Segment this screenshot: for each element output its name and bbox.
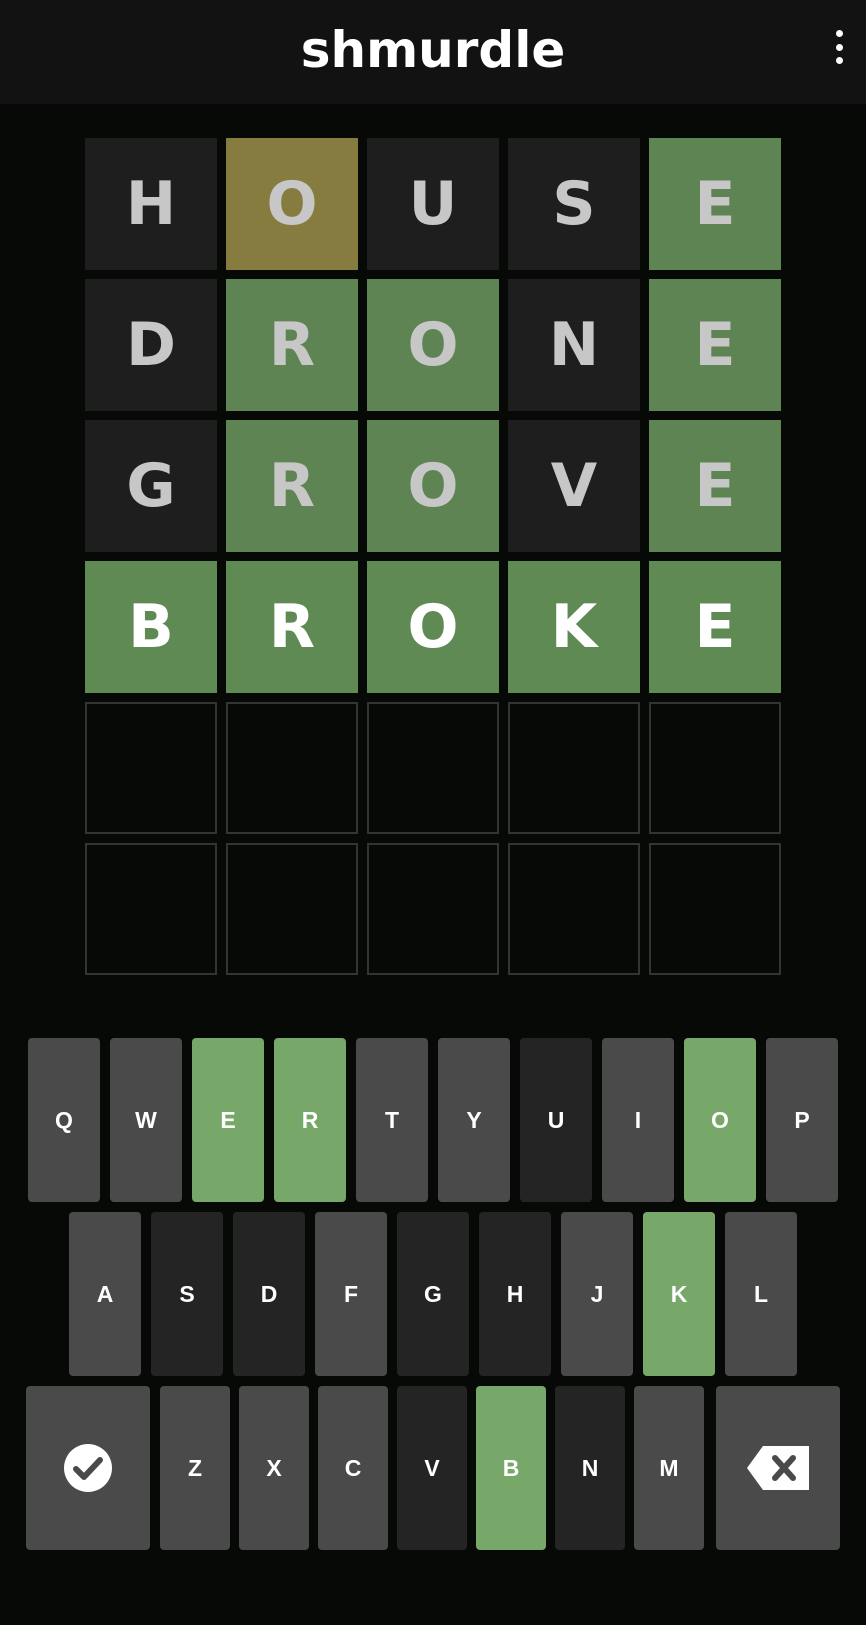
board-tile [85,702,217,834]
board-tile: U [367,138,499,270]
backspace-button[interactable] [716,1386,840,1550]
board-tile: B [85,561,217,693]
board-tile: K [508,561,640,693]
key-v[interactable]: V [397,1386,467,1550]
board-tile: N [508,279,640,411]
board-tile: G [85,420,217,552]
key-h[interactable]: H [479,1212,551,1376]
key-m[interactable]: M [634,1386,704,1550]
key-e[interactable]: E [192,1038,264,1202]
board-tile: V [508,420,640,552]
board-tile: D [85,279,217,411]
key-y[interactable]: Y [438,1038,510,1202]
key-o[interactable]: O [684,1038,756,1202]
board-tile: O [367,279,499,411]
board-tile: S [508,138,640,270]
key-c[interactable]: C [318,1386,388,1550]
board-tile: H [85,138,217,270]
board-tile: E [649,561,781,693]
board-tile [508,702,640,834]
key-j[interactable]: J [561,1212,633,1376]
key-q[interactable]: Q [28,1038,100,1202]
board-tile: R [226,420,358,552]
key-d[interactable]: D [233,1212,305,1376]
key-g[interactable]: G [397,1212,469,1376]
board-tile [367,702,499,834]
key-p[interactable]: P [766,1038,838,1202]
board-tile: O [226,138,358,270]
board-tile: O [367,420,499,552]
key-z[interactable]: Z [160,1386,230,1550]
board-tile [85,843,217,975]
game-board: HOUSEDRONEGROVEBROKE [85,138,781,975]
board-tile [649,843,781,975]
board-tile [367,843,499,975]
board-tile: E [649,420,781,552]
key-x[interactable]: X [239,1386,309,1550]
board-tile: E [649,279,781,411]
board-tile [649,702,781,834]
board-tile [226,702,358,834]
more-vertical-icon[interactable] [832,30,846,64]
key-n[interactable]: N [555,1386,625,1550]
board-tile [508,843,640,975]
key-s[interactable]: S [151,1212,223,1376]
app-header: shmurdle [0,0,866,104]
key-i[interactable]: I [602,1038,674,1202]
board-tile [226,843,358,975]
key-f[interactable]: F [315,1212,387,1376]
board-tile: R [226,561,358,693]
backspace-icon [747,1446,809,1490]
key-l[interactable]: L [725,1212,797,1376]
key-b[interactable]: B [476,1386,546,1550]
key-t[interactable]: T [356,1038,428,1202]
key-u[interactable]: U [520,1038,592,1202]
board-tile: R [226,279,358,411]
board-tile: E [649,138,781,270]
enter-button[interactable] [26,1386,150,1550]
key-r[interactable]: R [274,1038,346,1202]
app-title: shmurdle [300,21,566,79]
checkmark-circle-icon [63,1443,113,1493]
key-w[interactable]: W [110,1038,182,1202]
board-tile: O [367,561,499,693]
key-a[interactable]: A [69,1212,141,1376]
key-k[interactable]: K [643,1212,715,1376]
